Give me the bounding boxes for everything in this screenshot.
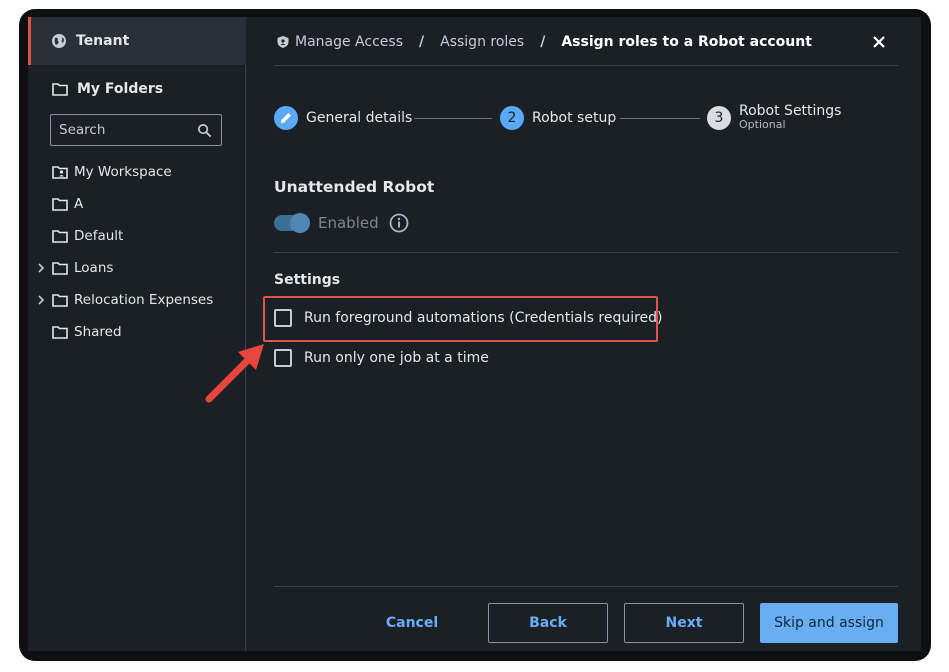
tree-item-loans[interactable]: Loans <box>28 256 246 280</box>
divider <box>274 252 898 253</box>
next-button[interactable]: Next <box>624 603 744 643</box>
annotation-highlight-box <box>263 296 658 342</box>
wizard-stepper: General details 2 Robot setup 3 Robot Se… <box>274 103 898 133</box>
step-label: Robot setup <box>532 110 617 126</box>
folder-user-icon <box>52 166 68 179</box>
shield-icon <box>277 36 289 48</box>
step-label: Robot Settings <box>739 103 842 119</box>
step-robot-settings[interactable]: 3 Robot Settings Optional <box>707 103 841 133</box>
run-one-job-checkbox[interactable] <box>274 349 292 367</box>
annotation-arrow-icon <box>205 344 264 403</box>
folder-search[interactable] <box>50 114 222 146</box>
step-done-circle <box>274 106 298 130</box>
cancel-button[interactable]: Cancel <box>372 603 452 643</box>
folder-icon <box>52 294 68 307</box>
skip-and-assign-button[interactable]: Skip and assign <box>760 603 898 643</box>
step-number: 2 <box>500 106 524 130</box>
breadcrumb-manage-access[interactable]: Manage Access <box>295 34 403 50</box>
step-number: 3 <box>707 106 731 130</box>
step-sublabel: Optional <box>739 118 786 131</box>
step-robot-setup[interactable]: 2 Robot setup <box>500 103 616 133</box>
option-label: Run only one job at a time <box>304 350 489 366</box>
tree-item-relocation-expenses[interactable]: Relocation Expenses <box>28 288 246 312</box>
step-connector <box>620 118 700 119</box>
close-button[interactable] <box>868 31 890 53</box>
divider <box>274 586 898 587</box>
tree-item-my-workspace[interactable]: My Workspace <box>28 160 246 184</box>
breadcrumb-assign-roles[interactable]: Assign roles <box>440 34 524 50</box>
tenant-label: Tenant <box>76 33 130 49</box>
tree-item-a[interactable]: A <box>28 192 246 216</box>
modal-window: Tenant My Folders My Wor <box>28 17 921 651</box>
my-folders-label: My Folders <box>77 81 164 97</box>
tree-item-label: My Workspace <box>74 164 172 180</box>
step-connector <box>414 118 492 119</box>
back-button[interactable]: Back <box>488 603 608 643</box>
main-panel: Manage Access / Assign roles / Assign ro… <box>205 17 921 651</box>
enabled-toggle[interactable] <box>274 213 310 233</box>
info-icon[interactable] <box>389 213 409 233</box>
breadcrumb-separator: / <box>419 34 425 50</box>
settings-title: Settings <box>274 272 341 288</box>
folder-icon <box>52 83 68 96</box>
option-run-one-job[interactable]: Run only one job at a time <box>274 349 489 367</box>
chevron-right-icon[interactable] <box>34 261 48 275</box>
folder-icon <box>52 198 68 211</box>
my-folders-title: My Folders <box>52 81 163 97</box>
folder-sidebar: Tenant My Folders My Wor <box>28 17 246 651</box>
chevron-right-icon[interactable] <box>34 293 48 307</box>
tree-item-label: Relocation Expenses <box>74 292 214 308</box>
page-title: Assign roles to a Robot account <box>561 34 812 50</box>
globe-icon <box>52 34 66 48</box>
folder-icon <box>52 230 68 243</box>
step-general-details[interactable]: General details <box>274 103 412 133</box>
step-label: General details <box>306 110 413 126</box>
toggle-knob <box>290 213 310 233</box>
tree-item-label: Loans <box>74 260 114 276</box>
enabled-toggle-row: Enabled <box>274 213 409 233</box>
divider <box>274 65 898 66</box>
tenant-item[interactable]: Tenant <box>28 17 246 65</box>
search-icon[interactable] <box>197 123 212 138</box>
close-icon[interactable] <box>873 36 885 48</box>
search-input[interactable] <box>59 122 197 138</box>
folder-icon <box>52 262 68 275</box>
unattended-robot-title: Unattended Robot <box>274 178 435 196</box>
tree-item-label: Default <box>74 228 124 244</box>
breadcrumb-separator: / <box>540 34 546 50</box>
pencil-icon <box>281 113 291 123</box>
toggle-label: Enabled <box>318 214 379 232</box>
tree-item-label: A <box>74 196 84 212</box>
tree-item-label: Shared <box>74 324 122 340</box>
tree-item-default[interactable]: Default <box>28 224 246 248</box>
breadcrumb: Manage Access / Assign roles / Assign ro… <box>276 31 812 53</box>
folder-icon <box>52 326 68 339</box>
